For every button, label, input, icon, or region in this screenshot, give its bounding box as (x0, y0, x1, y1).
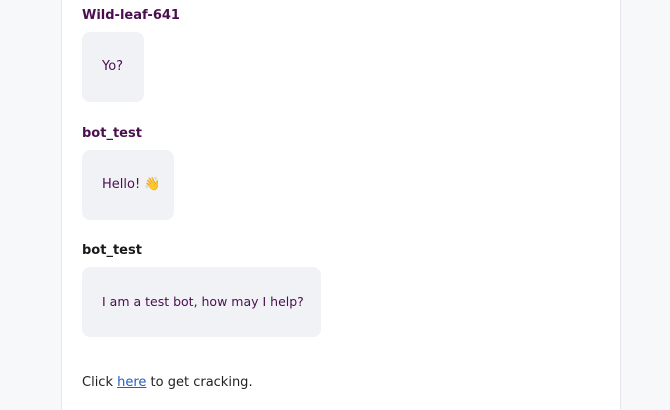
message-text: Yo? (102, 59, 124, 74)
message-text: Hello! 👋 (102, 177, 161, 192)
message-item: Wild-leaf-641 Yo? (82, 8, 180, 102)
message-author: bot_test (82, 243, 142, 258)
message-bubble: I am a test bot, how may I help? (82, 267, 321, 337)
footer-prefix: Click (82, 375, 118, 390)
message-item: bot_test Hello! 👋 (82, 126, 174, 220)
message-bubble: Hello! 👋 (82, 150, 174, 220)
message-author: Wild-leaf-641 (82, 8, 180, 23)
footer-text: Click here to get cracking. (82, 375, 253, 391)
message-item: bot_test I am a test bot, how may I help… (82, 243, 321, 337)
get-started-link[interactable]: here (117, 375, 146, 390)
message-bubble: Yo? (82, 32, 144, 102)
message-author: bot_test (82, 126, 142, 141)
footer-suffix: to get cracking. (146, 375, 253, 390)
message-text: I am a test bot, how may I help? (102, 294, 304, 309)
chat-panel: Wild-leaf-641 Yo? bot_test Hello! 👋 bot_… (61, 0, 621, 410)
